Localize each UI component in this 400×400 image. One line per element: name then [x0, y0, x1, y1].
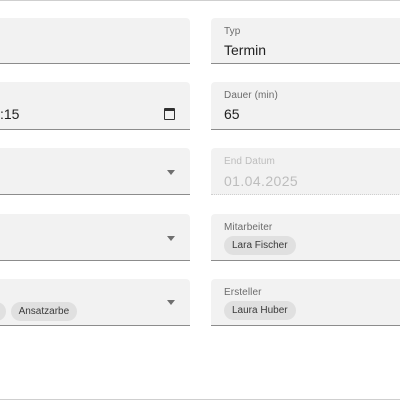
ersteller-field[interactable]: Ersteller Laura Huber [211, 279, 400, 326]
dauer-field[interactable]: Dauer (min) 65 [211, 82, 400, 130]
top-divider [0, 0, 400, 1]
left-select-field-1[interactable] [0, 148, 190, 195]
typ-field[interactable]: Typ Termin [211, 18, 400, 64]
calendar-icon[interactable] [164, 108, 175, 120]
left-select-field-2[interactable] [0, 214, 190, 261]
end-datum-field: End Datum 01.04.2025 [211, 148, 400, 195]
end-datum-label: End Datum [224, 156, 275, 167]
chip-truncated[interactable]: e [0, 302, 6, 321]
left-chip-list: e Ansatzarbe [0, 302, 78, 321]
chip-laura-huber[interactable]: Laura Huber [224, 301, 296, 320]
chevron-down-icon[interactable] [167, 300, 175, 305]
date-time-value: :15 [0, 106, 20, 122]
typ-value: Termin [224, 42, 267, 58]
ersteller-chip-list: Laura Huber [224, 301, 296, 320]
mitarbeiter-chip-list: Lara Fischer [224, 236, 296, 255]
chevron-down-icon[interactable] [167, 236, 175, 241]
left-text-field-1[interactable] [0, 18, 190, 64]
date-time-field[interactable]: :15 [0, 82, 190, 130]
dauer-label: Dauer (min) [224, 90, 278, 101]
chip-lara-fischer[interactable]: Lara Fischer [224, 236, 296, 255]
chevron-down-icon[interactable] [167, 170, 175, 175]
mitarbeiter-field[interactable]: Mitarbeiter Lara Fischer [211, 214, 400, 261]
mitarbeiter-label: Mitarbeiter [224, 222, 273, 233]
dauer-value: 65 [224, 106, 240, 122]
ersteller-label: Ersteller [224, 287, 262, 298]
typ-label: Typ [224, 26, 241, 37]
left-multiselect-field[interactable]: e Ansatzarbe [0, 279, 190, 326]
chip-ansatzarbe[interactable]: Ansatzarbe [10, 302, 78, 321]
end-datum-value: 01.04.2025 [224, 173, 299, 189]
